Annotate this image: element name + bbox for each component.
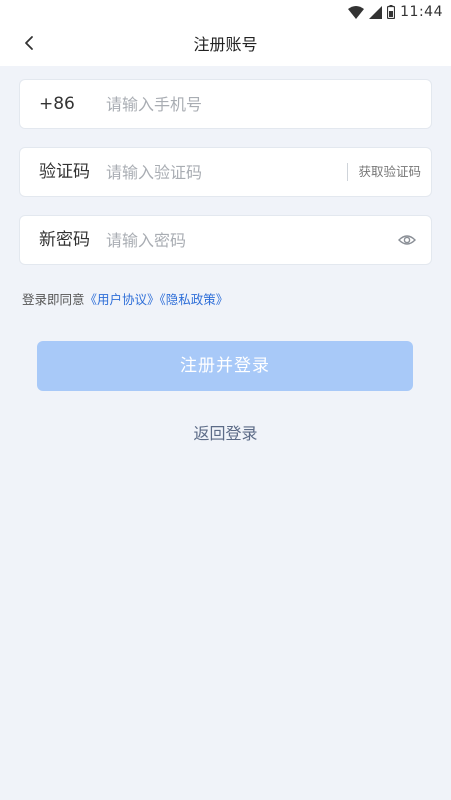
user-agreement-link[interactable]: 《用户协议》 (85, 292, 160, 307)
verification-code-field: 验证码 获取验证码 (19, 147, 432, 197)
register-and-login-button[interactable]: 注册并登录 (37, 341, 413, 391)
wifi-icon (348, 5, 365, 19)
phone-field: +86 (19, 79, 432, 129)
status-time: 11:44 (400, 4, 443, 20)
privacy-policy-link[interactable]: 《隐私政策》 (160, 292, 229, 307)
status-bar: 11:44 (0, 0, 451, 24)
header: 注册账号 (0, 24, 451, 66)
phone-input[interactable] (106, 89, 336, 119)
code-input[interactable] (106, 157, 336, 187)
password-field: 新密码 (19, 215, 432, 265)
password-input[interactable] (106, 225, 336, 255)
code-label: 验证码 (39, 162, 90, 182)
battery-icon (387, 5, 396, 19)
back-to-login-link[interactable]: 返回登录 (0, 420, 451, 444)
eye-icon[interactable] (398, 231, 416, 249)
signal-icon (369, 5, 383, 19)
password-label: 新密码 (39, 230, 90, 250)
get-code-button[interactable]: 获取验证码 (347, 163, 421, 181)
agreement-prefix: 登录即同意 (22, 292, 85, 307)
country-code-label: +86 (39, 94, 75, 114)
page-title: 注册账号 (193, 35, 258, 54)
agreement-text: 登录即同意《用户协议》《隐私政策》 (22, 289, 228, 308)
